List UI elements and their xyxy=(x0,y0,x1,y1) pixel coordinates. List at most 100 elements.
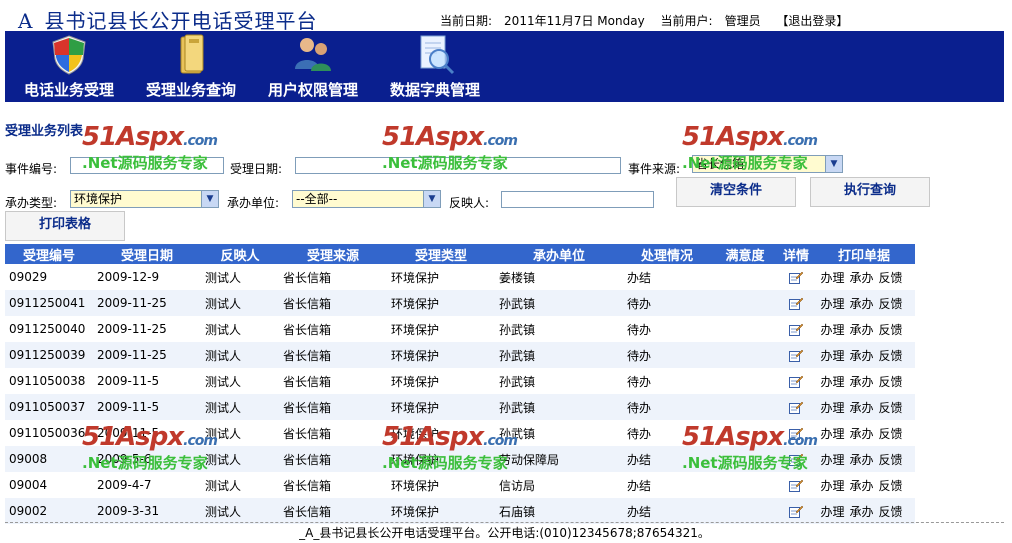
column-header: 反映人 xyxy=(201,244,279,264)
print-link[interactable]: 办理 xyxy=(820,401,844,415)
print-cell: 办理 承办 反馈 xyxy=(813,368,915,394)
chevron-down-icon: ▼ xyxy=(423,191,440,207)
edit-icon[interactable] xyxy=(789,479,803,492)
edit-icon[interactable] xyxy=(789,323,803,336)
reporter-input[interactable] xyxy=(501,191,654,208)
print-link[interactable]: 反馈 xyxy=(879,505,903,519)
print-link[interactable]: 反馈 xyxy=(879,479,903,493)
detail-cell xyxy=(779,264,813,290)
table-cell: 2009-5-6 xyxy=(93,446,201,472)
print-link[interactable]: 办理 xyxy=(820,271,844,285)
print-link[interactable]: 办理 xyxy=(820,375,844,389)
clear-conditions-button[interactable]: 清空条件 xyxy=(676,177,796,207)
print-table-button[interactable]: 打印表格 xyxy=(5,211,125,241)
detail-cell xyxy=(779,316,813,342)
print-link[interactable]: 承办 xyxy=(849,401,873,415)
print-link[interactable]: 反馈 xyxy=(879,375,903,389)
table-cell xyxy=(711,342,779,368)
column-header: 受理日期 xyxy=(93,244,201,264)
print-link[interactable]: 办理 xyxy=(820,479,844,493)
logout-link[interactable]: 【退出登录】 xyxy=(776,14,848,28)
table-cell: 2009-11-25 xyxy=(97,322,167,336)
top-bar: _A_县书记县长公开电话受理平台 当前日期: 2011年11月7日 Monday … xyxy=(5,5,1004,33)
table-cell: 环境保护 xyxy=(387,498,495,524)
print-link[interactable]: 反馈 xyxy=(879,297,903,311)
nav-item-business-query[interactable]: 受理业务查询 xyxy=(133,31,249,102)
table-cell: 环境保护 xyxy=(387,446,495,472)
print-link[interactable]: 反馈 xyxy=(879,349,903,363)
table-row: 0911250039 2009-11-25 测试人 省长信箱 环境保护 孙武镇 待办 办理 承办… xyxy=(5,342,915,368)
table-cell: 环境保护 xyxy=(387,394,495,420)
edit-icon[interactable] xyxy=(789,349,803,362)
edit-icon[interactable] xyxy=(789,375,803,388)
print-link[interactable]: 办理 xyxy=(820,505,844,519)
nav-item-data-dictionary[interactable]: 数据字典管理 xyxy=(377,31,493,102)
print-link[interactable]: 办理 xyxy=(820,297,844,311)
footer: _A_县书记县长公开电话受理平台。公开电话:(010)12345678;8765… xyxy=(5,522,1004,542)
print-link[interactable]: 承办 xyxy=(849,479,873,493)
print-link[interactable]: 承办 xyxy=(849,375,873,389)
print-link[interactable]: 承办 xyxy=(849,505,873,519)
nav-item-user-permissions[interactable]: 用户权限管理 xyxy=(255,31,371,102)
table-cell: 孙武镇 xyxy=(495,290,623,316)
event-source-select[interactable]: 省长信箱 ▼ xyxy=(692,155,843,173)
edit-icon[interactable] xyxy=(789,297,803,310)
table-cell: 测试人 xyxy=(205,374,242,389)
table-cell: 省长信箱 xyxy=(279,342,387,368)
print-link[interactable]: 办理 xyxy=(820,453,844,467)
edit-icon[interactable] xyxy=(789,453,803,466)
table-row: 0911050038 2009-11-5 测试人 省长信箱 环境保护 孙武镇 待办 办理 承办反… xyxy=(5,368,915,394)
print-link[interactable]: 反馈 xyxy=(879,453,903,467)
print-link[interactable]: 承办 xyxy=(849,349,873,363)
table-cell: 省长信箱 xyxy=(279,446,387,472)
accept-date-input[interactable] xyxy=(295,157,621,174)
edit-icon[interactable] xyxy=(789,505,803,518)
detail-cell xyxy=(779,420,813,446)
handle-type-label: 承办类型: xyxy=(5,196,58,210)
user-label: 当前用户: xyxy=(660,14,713,28)
table-cell: 测试人 xyxy=(201,290,279,316)
table-cell: 2009-3-31 xyxy=(93,498,201,524)
print-link[interactable]: 承办 xyxy=(849,427,873,441)
print-link[interactable]: 办理 xyxy=(820,323,844,337)
edit-icon[interactable] xyxy=(789,427,803,440)
print-link[interactable]: 办理 xyxy=(820,349,844,363)
print-link[interactable]: 承办 xyxy=(849,297,873,311)
table-cell: 办结 xyxy=(627,478,652,493)
table-cell: 环境保护 xyxy=(391,322,440,337)
handle-type-select[interactable]: 环境保护 ▼ xyxy=(70,190,219,208)
detail-cell xyxy=(779,290,813,316)
table-cell: 姜楼镇 xyxy=(499,270,536,285)
table-cell xyxy=(711,290,779,316)
print-link[interactable]: 反馈 xyxy=(879,401,903,415)
table-cell: 2009-11-5 xyxy=(97,374,160,388)
print-link[interactable]: 承办 xyxy=(849,271,873,285)
edit-icon[interactable] xyxy=(789,271,803,284)
execute-query-button[interactable]: 执行查询 xyxy=(810,177,930,207)
print-link[interactable]: 承办 xyxy=(849,453,873,467)
table-cell: 2009-11-5 xyxy=(97,426,160,440)
table-cell: 2009-11-5 xyxy=(93,394,201,420)
nav-label: 电话业务受理 xyxy=(23,81,114,99)
users-icon xyxy=(295,38,331,71)
print-link[interactable]: 反馈 xyxy=(879,427,903,441)
table-cell: 孙武镇 xyxy=(499,322,536,337)
handle-unit-select[interactable]: --全部-- ▼ xyxy=(292,190,441,208)
table-cell xyxy=(711,316,779,342)
print-link[interactable]: 反馈 xyxy=(879,271,903,285)
table-row: 09029 2009-12-9 测试人 省长信箱 环境保护 姜楼镇 办结 办理 承办 反馈 xyxy=(5,264,915,290)
nav-item-phone-business[interactable]: 电话业务受理 xyxy=(11,31,127,102)
detail-cell xyxy=(779,368,813,394)
edit-icon[interactable] xyxy=(789,401,803,414)
print-link[interactable]: 反馈 xyxy=(879,323,903,337)
print-link[interactable]: 承办 xyxy=(849,323,873,337)
table-cell: 0911050036 xyxy=(9,426,86,440)
table-cell: 测试人 xyxy=(201,342,279,368)
event-no-input[interactable] xyxy=(70,157,224,174)
table-cell: 省长信箱 xyxy=(283,478,332,493)
print-link[interactable]: 办理 xyxy=(820,427,844,441)
table-cell xyxy=(711,420,779,446)
print-cell: 办理 承办 反馈 xyxy=(813,420,915,446)
table-cell: 办结 xyxy=(623,498,711,524)
table-cell: 待办 xyxy=(623,394,711,420)
